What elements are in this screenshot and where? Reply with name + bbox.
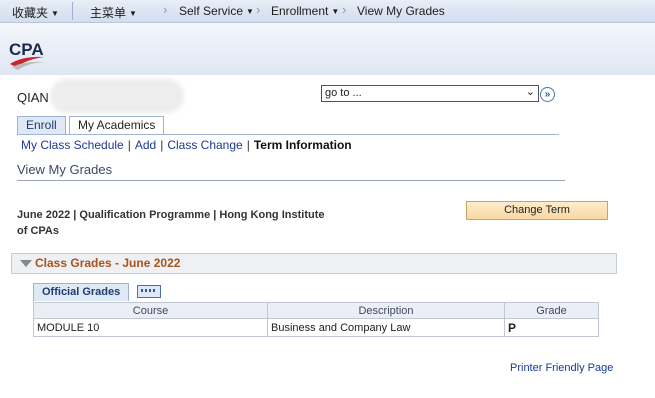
table-row: MODULE 10 Business and Company Law P <box>33 318 599 337</box>
subnav-divider: | <box>160 138 164 152</box>
subnav: My Class Schedule | Add | Class Change | Term … <box>21 138 352 152</box>
class-grades-section-header[interactable]: Class Grades - June 2022 <box>11 253 617 274</box>
description-cell: Business and Company Law <box>267 318 505 337</box>
breadcrumb-separator-icon: › <box>163 2 168 17</box>
tab-underline <box>17 134 559 135</box>
tab-label: Official Grades <box>42 286 121 298</box>
favorites-menu[interactable]: 收藏夹 ▼ <box>12 4 59 21</box>
chevron-down-icon: ▼ <box>331 7 340 16</box>
grade-cell: P <box>504 318 599 337</box>
user-name: QIAN <box>17 90 49 105</box>
subnav-divider: | <box>127 138 131 152</box>
main-menu-label: 主菜单 <box>90 6 127 20</box>
tab-label: My Academics <box>78 118 156 132</box>
subnav-add[interactable]: Add <box>135 138 156 152</box>
breadcrumb-self-service[interactable]: Self Service ▼ <box>179 4 254 18</box>
course-cell: MODULE 10 <box>33 318 268 337</box>
subnav-divider: | <box>246 138 250 152</box>
header-band <box>0 23 655 75</box>
breadcrumb-current: View My Grades <box>357 4 445 18</box>
column-header-grade: Grade <box>504 302 599 319</box>
printer-friendly-link[interactable]: Printer Friendly Page <box>510 362 613 374</box>
show-all-columns-icon[interactable] <box>137 285 161 298</box>
tab-official-grades[interactable]: Official Grades <box>33 283 130 301</box>
page-title: View My Grades <box>17 162 113 177</box>
column-header-course: Course <box>33 302 268 319</box>
subnav-class-change[interactable]: Class Change <box>167 138 242 152</box>
tab-enroll[interactable]: Enroll <box>17 116 66 134</box>
title-divider <box>17 180 565 181</box>
chevron-down-icon: ▼ <box>129 9 137 18</box>
redacted-region <box>50 79 184 113</box>
goto-select-value: go to ... <box>325 87 362 99</box>
term-info: June 2022 | Qualification Programme | Ho… <box>17 209 325 237</box>
breadcrumb-separator-icon: › <box>342 2 347 17</box>
breadcrumb-label: Enrollment <box>271 4 329 18</box>
grades-table: Course Description Grade MODULE 10 Busin… <box>33 302 599 337</box>
chevron-down-icon: ▼ <box>246 7 254 16</box>
subnav-term-information: Term Information <box>253 138 352 152</box>
tab-label: Enroll <box>26 118 57 132</box>
breadcrumb-label: Self Service <box>179 4 244 18</box>
svg-text:CPA: CPA <box>9 40 44 59</box>
go-button-icon[interactable]: » <box>540 87 555 102</box>
main-menu[interactable]: 主菜单 ▼ <box>90 4 137 21</box>
column-header-description: Description <box>267 302 505 319</box>
nav-divider <box>72 2 73 20</box>
breadcrumb-enrollment[interactable]: Enrollment ▼ <box>271 4 339 18</box>
section-title: Class Grades - June 2022 <box>35 256 181 270</box>
cpa-logo: CPA <box>8 38 52 74</box>
breadcrumb-separator-icon: › <box>256 2 261 17</box>
chevron-down-icon: ⌄ <box>525 86 535 98</box>
goto-select[interactable]: go to ... ⌄ <box>321 85 539 102</box>
subnav-my-class-schedule[interactable]: My Class Schedule <box>21 138 124 152</box>
top-nav-bar: 收藏夹 ▼ 主菜单 ▼ › Self Service ▼ › Enrollment ▼ … <box>0 0 655 23</box>
tab-my-academics[interactable]: My Academics <box>69 116 165 134</box>
favorites-label: 收藏夹 <box>12 6 49 20</box>
change-term-button[interactable]: Change Term <box>466 201 608 220</box>
collapse-triangle-icon[interactable] <box>20 260 32 267</box>
chevron-down-icon: ▼ <box>51 9 59 18</box>
table-header-row: Course Description Grade <box>33 302 599 319</box>
